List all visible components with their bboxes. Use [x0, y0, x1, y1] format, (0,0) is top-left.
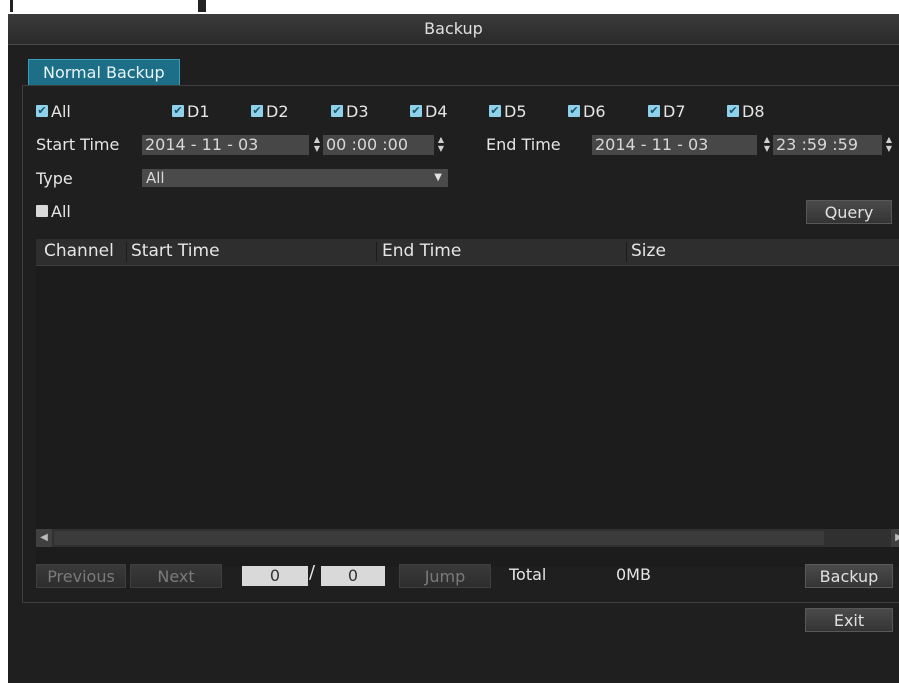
- end-time-spinner-icon[interactable]: ▲ ▼: [884, 135, 894, 155]
- end-time-field[interactable]: 23 :59 :59: [773, 135, 882, 155]
- channel-d4-checkbox[interactable]: ✔ D4: [410, 101, 448, 121]
- type-select-value: All: [146, 169, 165, 187]
- jump-button[interactable]: Jump: [399, 564, 491, 588]
- channel-label: D2: [266, 101, 289, 121]
- top-strip-mark: [198, 0, 206, 12]
- start-time-spinner-icon[interactable]: ▲ ▼: [436, 135, 446, 155]
- start-time-field[interactable]: 00 :00 :00: [323, 135, 434, 155]
- scroll-right-icon[interactable]: ▶: [891, 529, 899, 547]
- checkbox-checked-icon: ✔: [727, 104, 739, 117]
- top-strip: [0, 0, 899, 14]
- start-date-field[interactable]: 2014 - 11 - 03: [142, 135, 309, 155]
- column-header-end-time[interactable]: End Time: [382, 241, 461, 261]
- title-bar: Backup: [8, 14, 899, 45]
- channel-d8-checkbox[interactable]: ✔ D8: [727, 101, 765, 121]
- previous-button[interactable]: Previous: [36, 564, 126, 588]
- channel-d5-checkbox[interactable]: ✔ D5: [489, 101, 527, 121]
- scrollbar-thumb[interactable]: [54, 531, 824, 545]
- channel-label: D8: [742, 101, 765, 121]
- type-label: Type: [36, 169, 73, 188]
- checkbox-checked-icon: ✔: [648, 104, 660, 117]
- column-divider: [626, 242, 627, 262]
- table-header: Channel Start Time End Time Size: [36, 239, 899, 266]
- horizontal-scrollbar[interactable]: ◀ ▶: [36, 529, 899, 547]
- column-divider: [126, 242, 127, 262]
- channel-label: D3: [346, 101, 369, 121]
- checkbox-checked-icon: ✔: [331, 104, 343, 117]
- channel-d7-checkbox[interactable]: ✔ D7: [648, 101, 686, 121]
- channel-label: D5: [504, 101, 527, 121]
- channel-d3-checkbox[interactable]: ✔ D3: [331, 101, 369, 121]
- channel-label: D4: [425, 101, 448, 121]
- column-header-start-time[interactable]: Start Time: [131, 241, 220, 261]
- checkbox-checked-icon: ✔: [410, 104, 422, 117]
- results-table: Channel Start Time End Time Size: [36, 239, 899, 567]
- checkbox-checked-icon: ✔: [172, 104, 184, 117]
- start-date-spinner-icon[interactable]: ▲ ▼: [312, 135, 322, 155]
- page-separator: /: [309, 562, 316, 583]
- channel-label: D6: [583, 101, 606, 121]
- channel-all-checkbox[interactable]: ✔ All: [36, 101, 71, 121]
- checkbox-checked-icon: ✔: [251, 104, 263, 117]
- channel-d1-checkbox[interactable]: ✔ D1: [172, 101, 210, 121]
- query-button[interactable]: Query: [806, 200, 892, 224]
- total-label: Total: [509, 565, 547, 584]
- total-pages-field: 0: [321, 566, 385, 586]
- checkbox-checked-icon: ✔: [36, 104, 48, 117]
- top-strip-mark: [10, 0, 13, 12]
- end-time-label: End Time: [486, 135, 561, 154]
- next-button[interactable]: Next: [130, 564, 222, 588]
- end-date-spinner-icon[interactable]: ▲ ▼: [762, 135, 772, 155]
- total-size-value: 0MB: [616, 565, 651, 584]
- checkbox-checked-icon: ✔: [568, 104, 580, 117]
- column-header-channel[interactable]: Channel: [44, 241, 114, 261]
- backup-button[interactable]: Backup: [805, 564, 893, 588]
- channel-d6-checkbox[interactable]: ✔ D6: [568, 101, 606, 121]
- type-select[interactable]: All ▼: [142, 169, 448, 187]
- channel-d2-checkbox[interactable]: ✔ D2: [251, 101, 289, 121]
- tab-normal-backup[interactable]: Normal Backup: [28, 59, 180, 86]
- exit-button[interactable]: Exit: [805, 608, 893, 632]
- checkbox-unchecked-icon: ✔: [36, 205, 48, 217]
- chevron-down-icon: ▼: [434, 172, 442, 183]
- column-header-size[interactable]: Size: [631, 241, 666, 261]
- column-divider: [376, 242, 377, 262]
- backup-window: Backup Normal Backup ✔ All ✔ D1 ✔ D2 ✔ D…: [8, 14, 899, 683]
- scroll-left-icon[interactable]: ◀: [36, 529, 52, 547]
- start-time-label: Start Time: [36, 135, 120, 154]
- channel-label: D1: [187, 101, 210, 121]
- end-date-field[interactable]: 2014 - 11 - 03: [592, 135, 757, 155]
- select-all-label: All: [51, 201, 71, 221]
- checkbox-checked-icon: ✔: [489, 104, 501, 117]
- channel-all-label: All: [51, 101, 71, 121]
- current-page-input[interactable]: 0: [242, 566, 308, 586]
- channel-label: D7: [663, 101, 686, 121]
- window-title: Backup: [424, 19, 483, 38]
- select-all-checkbox[interactable]: ✔ All: [36, 201, 71, 221]
